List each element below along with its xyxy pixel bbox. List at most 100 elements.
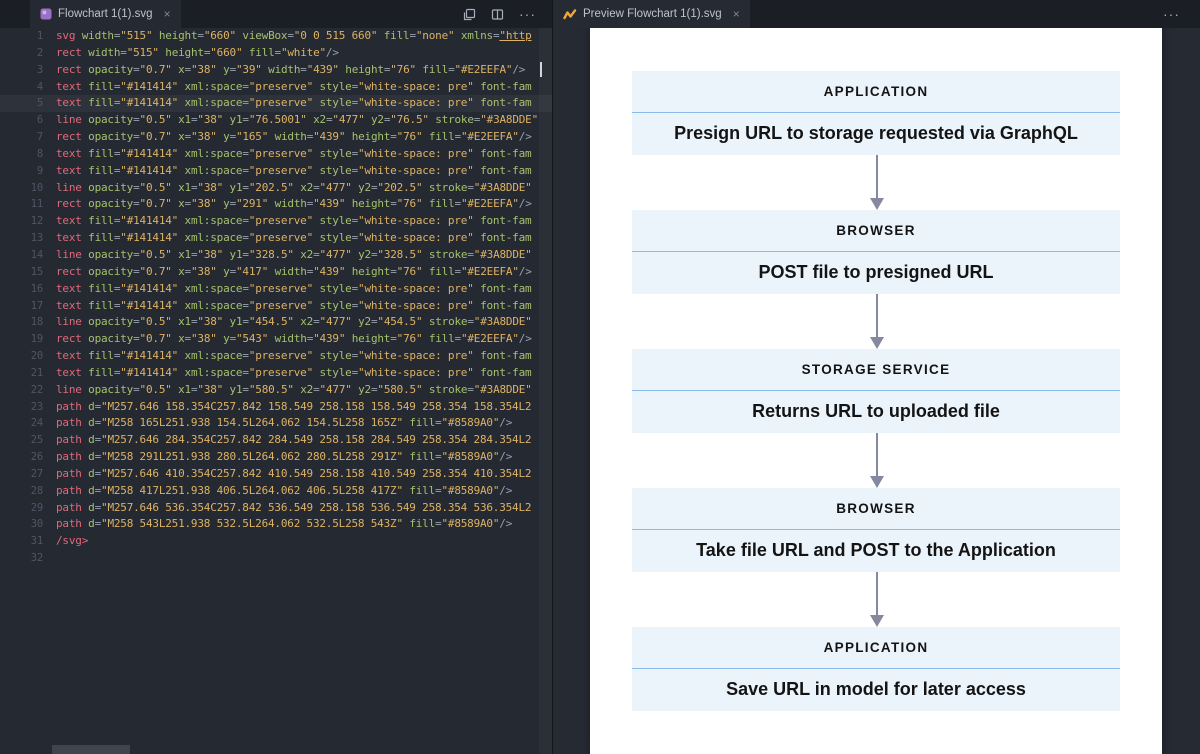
line-content: text fill="#141414" xml:space="preserve"… <box>43 298 531 315</box>
code-line[interactable]: 15rect opacity="0.7" x="38" y="417" widt… <box>0 264 552 281</box>
line-number: 28 <box>0 483 43 500</box>
line-number: 11 <box>0 196 43 213</box>
code-line[interactable]: 1svg width="515" height="660" viewBox="0… <box>0 28 552 45</box>
code-line[interactable]: 2rect width="515" height="660" fill="whi… <box>0 45 552 62</box>
code-line[interactable]: 12text fill="#141414" xml:space="preserv… <box>0 213 552 230</box>
more-actions-icon[interactable]: ··· <box>1163 7 1180 21</box>
split-editor-icon[interactable] <box>491 8 504 21</box>
code-line[interactable]: 9text fill="#141414" xml:space="preserve… <box>0 163 552 180</box>
editor-group-tabbar: Flowchart 1(1).svg × ··· <box>0 0 553 28</box>
line-content: path d="M258 165L251.938 154.5L264.062 1… <box>43 415 512 432</box>
line-number: 18 <box>0 314 43 331</box>
code-line[interactable]: 32 <box>0 550 552 567</box>
close-tab-icon[interactable]: × <box>164 8 171 20</box>
down-arrow-icon <box>870 572 884 627</box>
line-content: text fill="#141414" xml:space="preserve"… <box>43 348 531 365</box>
code-line[interactable]: 16text fill="#141414" xml:space="preserv… <box>0 281 552 298</box>
line-content <box>43 550 56 567</box>
flow-step-box: STORAGE SERVICEReturns URL to uploaded f… <box>632 349 1120 433</box>
more-actions-icon[interactable]: ··· <box>519 7 536 21</box>
code-line[interactable]: 6line opacity="0.5" x1="38" y1="76.5001"… <box>0 112 552 129</box>
editor-actions: ··· <box>463 0 552 28</box>
tab-label: Flowchart 1(1).svg <box>58 8 153 20</box>
line-content: text fill="#141414" xml:space="preserve"… <box>43 79 531 96</box>
code-editor[interactable]: 1svg width="515" height="660" viewBox="0… <box>0 28 553 754</box>
line-content: line opacity="0.5" x1="38" y1="580.5" x2… <box>43 382 532 399</box>
tab-preview-flowchart-svg[interactable]: Preview Flowchart 1(1).svg × <box>553 0 750 28</box>
line-number: 10 <box>0 180 43 197</box>
code-line[interactable]: 7rect opacity="0.7" x="38" y="165" width… <box>0 129 552 146</box>
line-number: 23 <box>0 399 43 416</box>
svg-file-icon <box>40 8 52 20</box>
line-number: 4 <box>0 79 43 96</box>
code-line[interactable]: 26path d="M258 291L251.938 280.5L264.062… <box>0 449 552 466</box>
code-line[interactable]: 3rect opacity="0.7" x="38" y="39" width=… <box>0 62 552 79</box>
line-number: 8 <box>0 146 43 163</box>
line-content: path d="M258 291L251.938 280.5L264.062 2… <box>43 449 512 466</box>
code-line[interactable]: 20text fill="#141414" xml:space="preserv… <box>0 348 552 365</box>
line-number: 24 <box>0 415 43 432</box>
line-number: 12 <box>0 213 43 230</box>
code-line[interactable]: 27path d="M257.646 410.354C257.842 410.5… <box>0 466 552 483</box>
line-content: text fill="#141414" xml:space="preserve"… <box>43 146 531 163</box>
arrow-shaft <box>876 294 878 337</box>
code-line[interactable]: 17text fill="#141414" xml:space="preserv… <box>0 298 552 315</box>
tab-flowchart-svg[interactable]: Flowchart 1(1).svg × <box>30 0 181 28</box>
line-number: 15 <box>0 264 43 281</box>
svg-preview-pane: APPLICATIONPresign URL to storage reques… <box>553 28 1200 754</box>
line-content: rect opacity="0.7" x="38" y="165" width=… <box>43 129 532 146</box>
code-line[interactable]: 4text fill="#141414" xml:space="preserve… <box>0 79 552 96</box>
line-number: 19 <box>0 331 43 348</box>
line-content: text fill="#141414" xml:space="preserve"… <box>43 365 531 382</box>
code-line[interactable]: 8text fill="#141414" xml:space="preserve… <box>0 146 552 163</box>
tab-bar: Flowchart 1(1).svg × ··· <box>0 0 1200 28</box>
code-line[interactable]: 31/svg> <box>0 533 552 550</box>
code-line[interactable]: 25path d="M257.646 284.354C257.842 284.5… <box>0 432 552 449</box>
line-content: rect opacity="0.7" x="38" y="543" width=… <box>43 331 532 348</box>
flow-step-body: Take file URL and POST to the Applicatio… <box>632 530 1120 571</box>
line-content: path d="M257.646 284.354C257.842 284.549… <box>43 432 531 449</box>
code-line[interactable]: 5text fill="#141414" xml:space="preserve… <box>0 95 552 112</box>
code-line[interactable]: 18line opacity="0.5" x1="38" y1="454.5" … <box>0 314 552 331</box>
flow-step-body: Save URL in model for later access <box>632 669 1120 710</box>
code-line[interactable]: 28path d="M258 417L251.938 406.5L264.062… <box>0 483 552 500</box>
vertical-scrollbar[interactable] <box>539 28 552 754</box>
flow-step-body: Presign URL to storage requested via Gra… <box>632 113 1120 154</box>
line-content: path d="M258 543L251.938 532.5L264.062 5… <box>43 516 512 533</box>
down-arrow-icon <box>870 433 884 488</box>
open-preview-icon[interactable] <box>463 8 476 21</box>
flow-step-header: APPLICATION <box>632 71 1120 113</box>
line-content: rect opacity="0.7" x="38" y="417" width=… <box>43 264 532 281</box>
code-line[interactable]: 10line opacity="0.5" x1="38" y1="202.5" … <box>0 180 552 197</box>
line-number: 29 <box>0 500 43 517</box>
line-number: 14 <box>0 247 43 264</box>
down-arrow-icon <box>870 294 884 349</box>
code-line[interactable]: 11rect opacity="0.7" x="38" y="291" widt… <box>0 196 552 213</box>
flow-step-box: APPLICATIONPresign URL to storage reques… <box>632 71 1120 155</box>
arrow-head <box>870 198 884 210</box>
line-number: 9 <box>0 163 43 180</box>
line-number: 30 <box>0 516 43 533</box>
preview-group-tabbar: Preview Flowchart 1(1).svg × ··· <box>553 0 1200 28</box>
code-line[interactable]: 29path d="M257.646 536.354C257.842 536.5… <box>0 500 552 517</box>
close-tab-icon[interactable]: × <box>733 8 740 20</box>
code-lines: 1svg width="515" height="660" viewBox="0… <box>0 28 552 567</box>
horizontal-scrollbar[interactable] <box>52 745 130 754</box>
line-content: path d="M257.646 536.354C257.842 536.549… <box>43 500 531 517</box>
code-line[interactable]: 19rect opacity="0.7" x="38" y="543" widt… <box>0 331 552 348</box>
arrow-shaft <box>876 572 878 615</box>
flow-step-header: BROWSER <box>632 210 1120 252</box>
line-number: 3 <box>0 62 43 79</box>
code-line[interactable]: 21text fill="#141414" xml:space="preserv… <box>0 365 552 382</box>
flow-step-body: Returns URL to uploaded file <box>632 391 1120 432</box>
code-line[interactable]: 13text fill="#141414" xml:space="preserv… <box>0 230 552 247</box>
line-content: line opacity="0.5" x1="38" y1="454.5" x2… <box>43 314 532 331</box>
code-line[interactable]: 23path d="M257.646 158.354C257.842 158.5… <box>0 399 552 416</box>
flow-step-body: POST file to presigned URL <box>632 252 1120 293</box>
code-line[interactable]: 14line opacity="0.5" x1="38" y1="328.5" … <box>0 247 552 264</box>
code-line[interactable]: 22line opacity="0.5" x1="38" y1="580.5" … <box>0 382 552 399</box>
editor-split: 1svg width="515" height="660" viewBox="0… <box>0 28 1200 754</box>
code-line[interactable]: 30path d="M258 543L251.938 532.5L264.062… <box>0 516 552 533</box>
line-content: text fill="#141414" xml:space="preserve"… <box>43 281 531 298</box>
code-line[interactable]: 24path d="M258 165L251.938 154.5L264.062… <box>0 415 552 432</box>
